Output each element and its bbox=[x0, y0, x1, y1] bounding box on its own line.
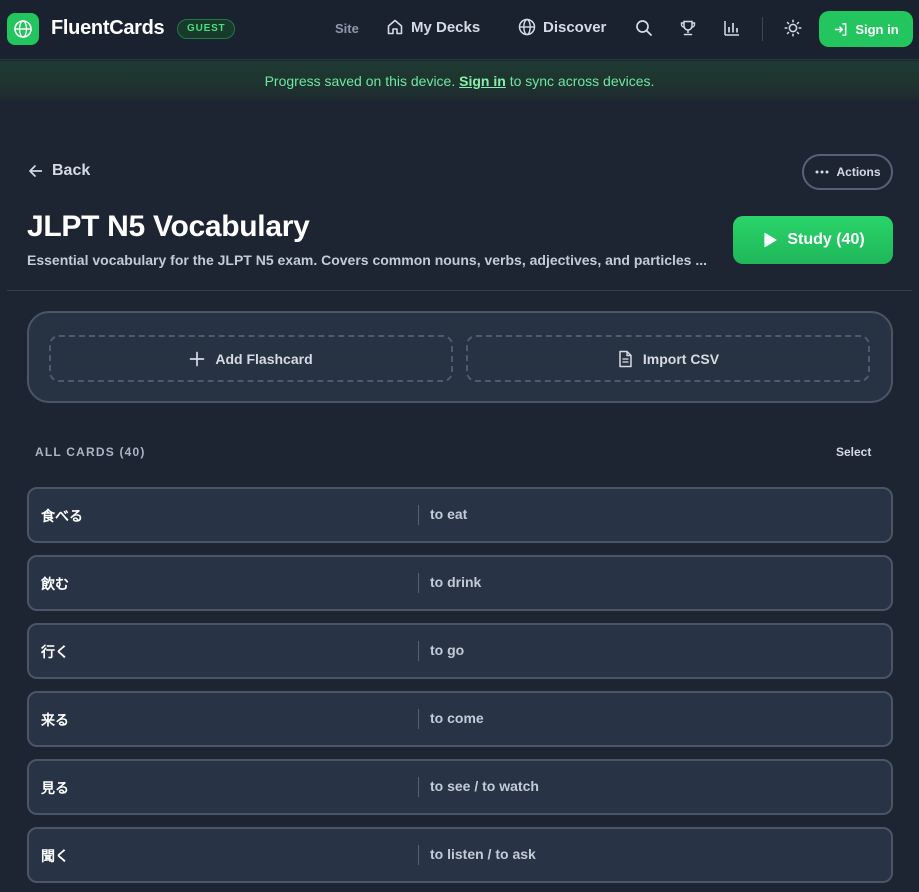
card-divider bbox=[418, 505, 419, 525]
card-row[interactable]: 食べる to eat bbox=[27, 487, 893, 543]
nav-discover[interactable]: Discover bbox=[518, 18, 606, 36]
sync-banner: Progress saved on this device. Sign in t… bbox=[0, 61, 919, 101]
home-icon bbox=[387, 19, 403, 35]
nav-my-decks[interactable]: My Decks bbox=[386, 18, 480, 36]
actions-button[interactable]: Actions bbox=[802, 154, 893, 190]
card-divider bbox=[418, 777, 419, 797]
globe-icon bbox=[518, 18, 536, 36]
card-back: to listen / to ask bbox=[430, 846, 536, 862]
import-csv-label: Import CSV bbox=[642, 350, 720, 367]
sign-in-label: Sign in bbox=[855, 21, 899, 37]
card-front: 行く bbox=[41, 644, 69, 660]
card-front: 食べる bbox=[41, 508, 83, 524]
banner-text: Progress saved on this device. bbox=[264, 73, 456, 89]
banner-sign-in-link[interactable]: Sign in bbox=[459, 73, 506, 89]
card-divider bbox=[418, 573, 419, 593]
all-cards-header: ALL CARDS (40) bbox=[35, 445, 146, 459]
card-front: 来る bbox=[41, 712, 69, 728]
trophy-icon[interactable] bbox=[679, 19, 697, 37]
card-row[interactable]: 飲む to drink bbox=[27, 555, 893, 611]
card-row[interactable]: 来る to come bbox=[27, 691, 893, 747]
card-back: to drink bbox=[430, 574, 482, 590]
nav-divider bbox=[762, 17, 763, 41]
guest-badge: GUEST bbox=[177, 19, 236, 39]
sign-in-icon bbox=[835, 22, 847, 36]
more-dots-icon bbox=[815, 170, 829, 174]
card-divider bbox=[418, 845, 419, 865]
card-front: 見る bbox=[41, 780, 69, 796]
study-label: Study (40) bbox=[787, 231, 865, 248]
search-icon[interactable] bbox=[635, 19, 653, 37]
nav-my-decks-label: My Decks bbox=[411, 18, 481, 36]
card-divider bbox=[418, 641, 419, 661]
card-front: 飲む bbox=[41, 576, 69, 592]
back-label: Back bbox=[52, 162, 91, 179]
header-divider bbox=[7, 290, 912, 291]
import-csv-button[interactable]: Import CSV bbox=[466, 335, 870, 382]
top-navigation-bar: FluentCards GUEST Site My Decks Discover bbox=[0, 0, 919, 60]
card-row[interactable]: 見る to see / to watch bbox=[27, 759, 893, 815]
sun-icon[interactable] bbox=[784, 19, 802, 37]
actions-label: Actions bbox=[836, 165, 881, 179]
deck-description: Essential vocabulary for the JLPT N5 exa… bbox=[27, 252, 708, 268]
app-logo-icon[interactable] bbox=[7, 13, 39, 45]
card-row[interactable]: 聞く to listen / to ask bbox=[27, 827, 893, 883]
card-back: to come bbox=[430, 710, 484, 726]
nav-discover-label: Discover bbox=[543, 18, 607, 36]
select-button[interactable]: Select bbox=[836, 445, 871, 459]
study-button[interactable]: Study (40) bbox=[733, 216, 893, 264]
card-divider bbox=[418, 709, 419, 729]
card-back: to go bbox=[430, 642, 465, 658]
back-button[interactable]: Back bbox=[28, 162, 90, 180]
add-flashcard-label: Add Flashcard bbox=[215, 350, 313, 367]
nav-site-link[interactable]: Site bbox=[335, 21, 359, 36]
card-row[interactable]: 行く to go bbox=[27, 623, 893, 679]
play-icon bbox=[764, 232, 777, 248]
bar-chart-icon[interactable] bbox=[723, 19, 741, 37]
card-front: 聞く bbox=[41, 848, 69, 864]
file-icon bbox=[619, 350, 632, 367]
card-actions-panel: Add Flashcard Import CSV bbox=[27, 311, 893, 403]
sign-in-button[interactable]: Sign in bbox=[819, 11, 913, 47]
plus-icon bbox=[190, 351, 205, 366]
app-name[interactable]: FluentCards bbox=[51, 17, 165, 40]
add-flashcard-button[interactable]: Add Flashcard bbox=[49, 335, 453, 382]
deck-title: JLPT N5 Vocabulary bbox=[27, 210, 310, 243]
card-back: to see / to watch bbox=[430, 778, 539, 794]
arrow-left-icon bbox=[29, 165, 42, 177]
banner-text-after: to sync across devices. bbox=[509, 73, 655, 89]
card-back: to eat bbox=[430, 506, 468, 522]
